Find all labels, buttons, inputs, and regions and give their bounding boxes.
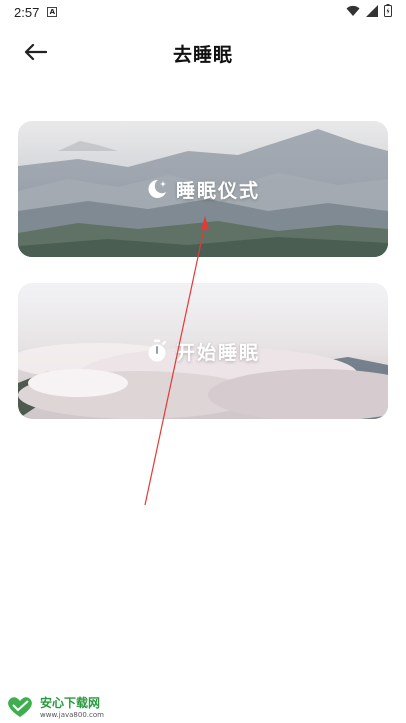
watermark-brand: 安心下载网	[40, 696, 101, 710]
start-sleep-content: 开始睡眠	[146, 338, 260, 365]
sleep-ritual-card[interactable]: 睡眠仪式	[18, 121, 388, 257]
status-time: 2:57	[14, 4, 40, 20]
moon-star-icon	[148, 179, 166, 198]
wifi-icon	[346, 5, 360, 16]
screen: 2:57 A 去睡眠 睡眠仪式 开始睡眠 安心下载网 www.java800.c…	[0, 0, 406, 723]
app-bar: 去睡眠	[0, 28, 406, 76]
start-sleep-label: 开始睡眠	[175, 341, 260, 364]
watermark-text: 安心下载网 www.java800.com	[40, 694, 104, 719]
notification-a-icon: A	[47, 7, 58, 17]
signal-icon	[366, 4, 378, 17]
page-title: 去睡眠	[172, 44, 233, 66]
status-bar: 2:57 A	[0, 0, 406, 24]
start-sleep-card[interactable]: 开始睡眠	[18, 283, 388, 419]
watermark: 安心下载网 www.java800.com	[4, 694, 104, 719]
sleep-ritual-label: 睡眠仪式	[175, 179, 260, 202]
watermark-logo-icon	[8, 696, 32, 717]
stopwatch-icon	[148, 339, 166, 362]
status-icons	[346, 4, 392, 17]
sleep-ritual-content: 睡眠仪式	[146, 176, 260, 203]
watermark-url: www.java800.com	[40, 711, 104, 719]
battery-icon	[384, 4, 392, 17]
